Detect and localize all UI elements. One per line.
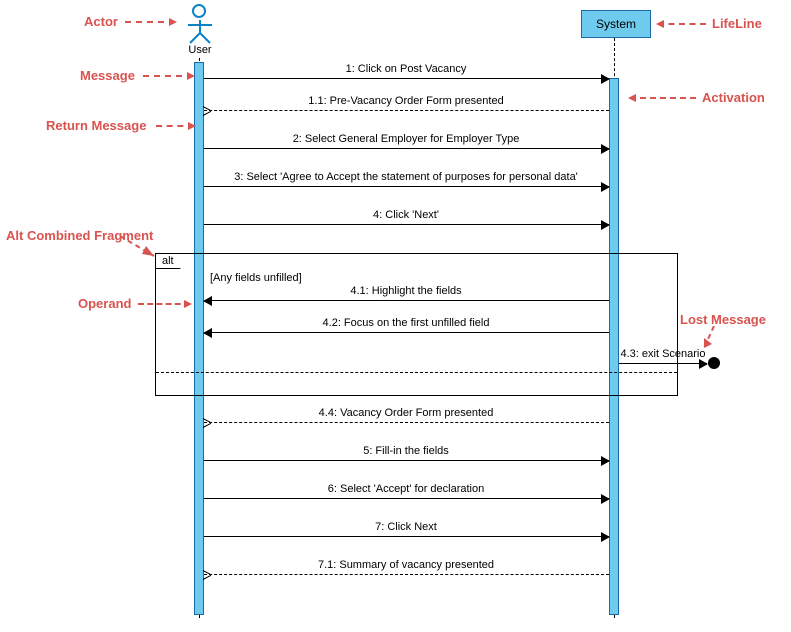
alt-guard: [Any fields unfilled] [210, 272, 302, 284]
annotation-lost-message: Lost Message [680, 312, 766, 327]
lost-message-terminator [708, 357, 720, 369]
msg-1-1-label: 1.1: Pre-Vacancy Order Form presented [308, 95, 503, 107]
msg-4-label: 4: Click 'Next' [373, 209, 439, 221]
annotation-return-message: Return Message [46, 118, 146, 133]
annotation-actor: Actor [84, 14, 118, 29]
msg-7-label: 7: Click Next [375, 521, 437, 533]
msg-5-label: 5: Fill-in the fields [363, 445, 449, 457]
msg-4-3 [619, 363, 707, 364]
annotation-operand: Operand [78, 296, 131, 311]
msg-7 [204, 536, 609, 537]
msg-7-1-label: 7.1: Summary of vacancy presented [318, 559, 494, 571]
annotation-activation-arrow [630, 97, 696, 99]
msg-4 [204, 224, 609, 225]
annotation-message: Message [80, 68, 135, 83]
msg-4-1-label: 4.1: Highlight the fields [350, 285, 461, 297]
msg-1 [204, 78, 609, 79]
msg-1-1 [204, 110, 609, 111]
msg-4-4 [204, 422, 609, 423]
msg-4-2-label: 4.2: Focus on the first unfilled field [323, 317, 490, 329]
msg-6-label: 6: Select 'Accept' for declaration [328, 483, 484, 495]
msg-4-2 [204, 332, 609, 333]
msg-6 [204, 498, 609, 499]
annotation-lifeline: LifeLine [712, 16, 762, 31]
lifeline-system: System [581, 10, 651, 38]
msg-7-1 [204, 574, 609, 575]
sequence-diagram: User System 1: Click on Post Vacancy 1.1… [0, 0, 791, 632]
lifeline-label: System [596, 17, 636, 31]
annotation-actor-arrow [125, 21, 175, 23]
msg-3-label: 3: Select 'Agree to Accept the statement… [234, 171, 578, 183]
annotation-operand-arrow [138, 303, 190, 305]
annotation-return-arrow [156, 125, 194, 127]
msg-3 [204, 186, 609, 187]
annotation-message-arrow [143, 75, 193, 77]
actor-label: User [185, 44, 215, 56]
annotation-activation: Activation [702, 90, 765, 105]
alt-divider [156, 372, 677, 373]
msg-5 [204, 460, 609, 461]
msg-4-4-label: 4.4: Vacancy Order Form presented [319, 407, 494, 419]
msg-2 [204, 148, 609, 149]
annotation-lifeline-arrow [658, 23, 706, 25]
msg-2-label: 2: Select General Employer for Employer … [293, 133, 520, 145]
msg-1-label: 1: Click on Post Vacancy [346, 63, 467, 75]
msg-4-1 [204, 300, 609, 301]
msg-4-3-label: 4.3: exit Scenario [621, 348, 706, 360]
